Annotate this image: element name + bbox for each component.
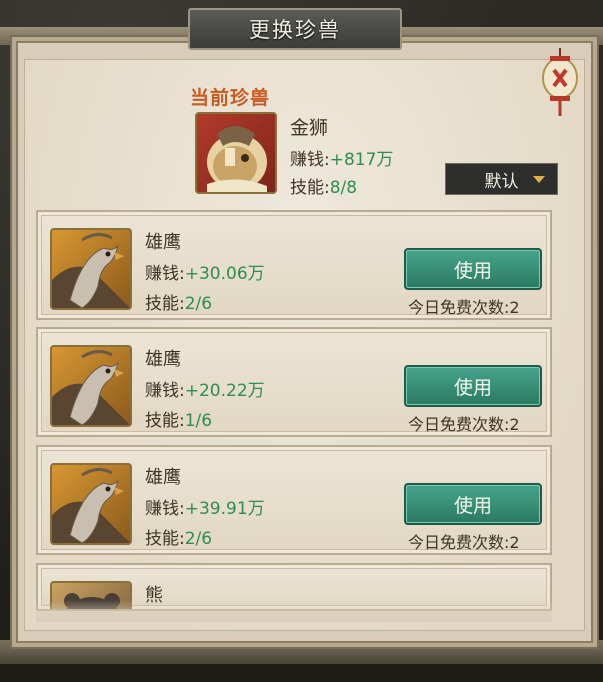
beast-name: 雄鹰 (145, 349, 181, 370)
beast-skill: 技能:1/6 (145, 406, 212, 431)
use-button[interactable]: 使用 (404, 483, 542, 525)
skill-label: 技能: (145, 529, 185, 549)
eagle-portrait (50, 463, 132, 545)
beast-skill: 技能:2/6 (145, 289, 212, 314)
skill-value: 8/8 (329, 178, 358, 198)
beast-earn: 赚钱:+20.22万 (145, 376, 265, 401)
free-count: 今日免费次数:2 (408, 533, 520, 552)
beast-name: 雄鹰 (145, 232, 181, 253)
skill-value: 1/6 (184, 411, 213, 431)
earn-label: 赚钱: (145, 499, 185, 519)
earn-value: +39.91万 (184, 499, 265, 519)
beast-card: 雄鹰 赚钱:+20.22万 技能:1/6 使用 今日免费次数:2 (36, 327, 552, 437)
skill-label: 技能: (145, 294, 185, 314)
earn-label: 赚钱: (145, 381, 185, 401)
skill-value: 2/6 (184, 294, 213, 314)
skill-value: 2/6 (184, 529, 213, 549)
current-beast-skill: 技能:8/8 (290, 173, 357, 198)
beast-earn: 赚钱:+39.91万 (145, 494, 265, 519)
skill-label: 技能: (290, 178, 330, 198)
beast-skill: 技能:2/6 (145, 524, 212, 549)
beast-name: 雄鹰 (145, 467, 181, 488)
dialog-title-bar: 更换珍兽 (188, 8, 402, 50)
eagle-portrait (50, 345, 132, 427)
beast-card: 雄鹰 赚钱:+39.91万 技能:2/6 使用 今日免费次数:2 (36, 445, 552, 555)
eagle-portrait (50, 228, 132, 310)
earn-value: +817万 (329, 150, 394, 170)
sort-dropdown-value: 默认 (484, 171, 519, 192)
lantern-icon[interactable] (540, 48, 580, 118)
current-beast-earn: 赚钱:+817万 (290, 145, 393, 170)
free-count: 今日免费次数:2 (408, 415, 520, 434)
earn-value: +20.22万 (184, 381, 265, 401)
earn-label: 赚钱: (290, 150, 330, 170)
skill-label: 技能: (145, 411, 185, 431)
beast-card: 雄鹰 赚钱:+30.06万 技能:2/6 使用 今日免费次数:2 (36, 210, 552, 320)
use-button[interactable]: 使用 (404, 365, 542, 407)
use-button[interactable]: 使用 (404, 248, 542, 290)
current-beast-label: 当前珍兽 (190, 87, 271, 109)
current-beast-name: 金狮 (290, 117, 329, 139)
earn-label: 赚钱: (145, 264, 185, 284)
scroll-fade (36, 600, 552, 622)
sort-dropdown[interactable]: 默认 (445, 163, 558, 195)
lion-portrait (195, 112, 277, 194)
dialog-title: 更换珍兽 (249, 18, 341, 42)
beast-earn: 赚钱:+30.06万 (145, 259, 265, 284)
free-count: 今日免费次数:2 (408, 298, 520, 317)
earn-value: +30.06万 (184, 264, 265, 284)
dropdown-arrow-icon (533, 176, 545, 183)
